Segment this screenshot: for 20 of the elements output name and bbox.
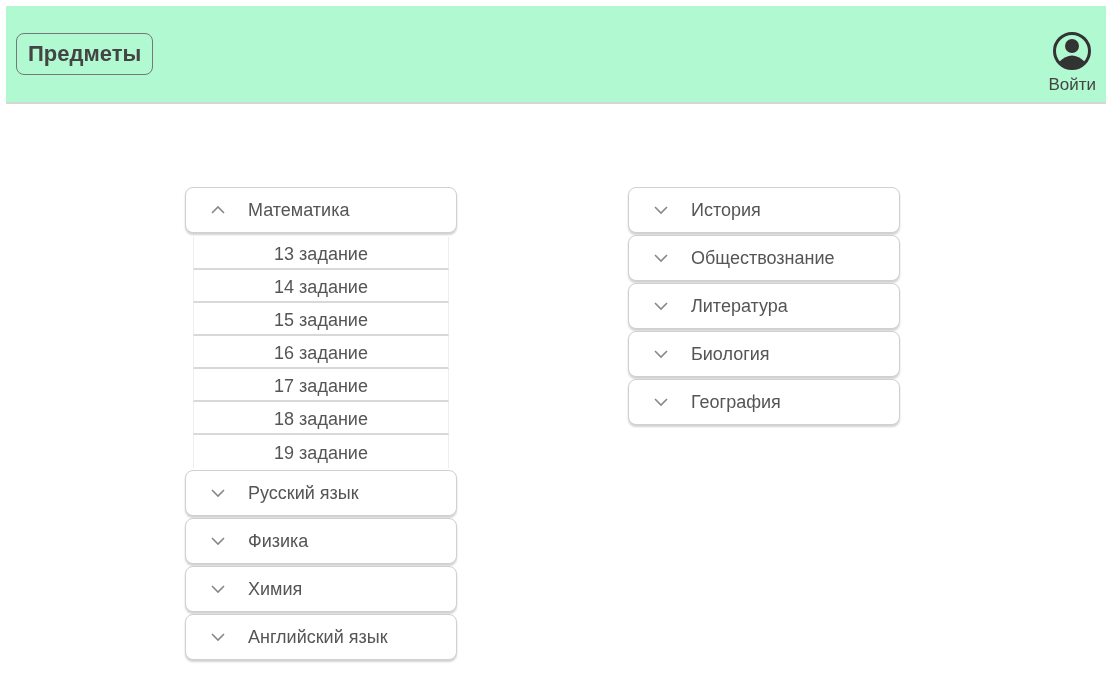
subject-accordion[interactable]: Литература (628, 283, 900, 329)
task-item[interactable]: 15 задание (193, 303, 449, 336)
subject-accordion[interactable]: Физика (185, 518, 457, 564)
task-item[interactable]: 19 задание (193, 435, 449, 468)
subject-accordion[interactable]: Биология (628, 331, 900, 377)
task-item[interactable]: 16 задание (193, 336, 449, 369)
subject-accordion[interactable]: Химия (185, 566, 457, 612)
task-item[interactable]: 18 задание (193, 402, 449, 435)
subjects-button[interactable]: Предметы (16, 33, 154, 75)
task-item[interactable]: 14 задание (193, 270, 449, 303)
task-item[interactable]: 13 задание (193, 237, 449, 270)
subject-accordion[interactable]: География (628, 379, 900, 425)
subject-accordion[interactable]: История (628, 187, 900, 233)
task-item[interactable]: 17 задание (193, 369, 449, 402)
user-icon (1052, 31, 1093, 71)
subject-accordion[interactable]: Математика (185, 187, 457, 233)
subject-accordion[interactable]: Обществознание (628, 235, 900, 281)
subject-accordion[interactable]: Английский язык (185, 614, 457, 660)
login-button[interactable]: Войти (1048, 23, 1096, 95)
subject-accordion[interactable]: Русский язык (185, 470, 457, 516)
